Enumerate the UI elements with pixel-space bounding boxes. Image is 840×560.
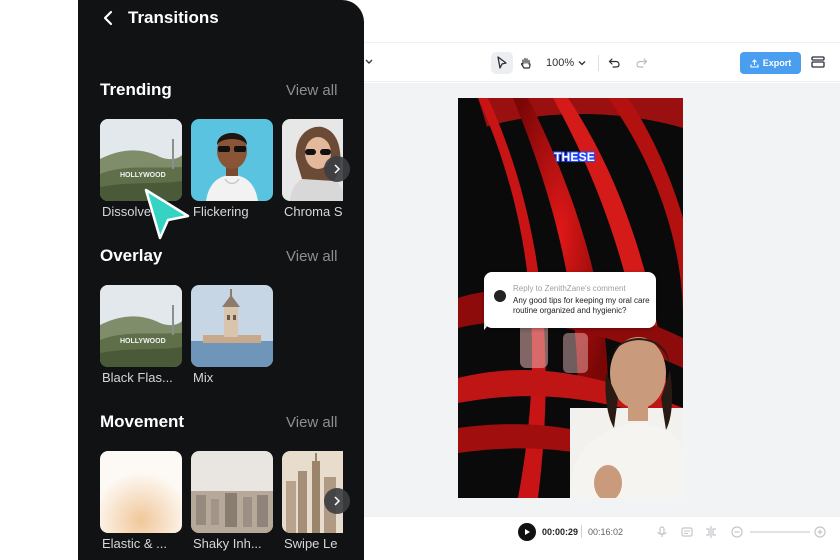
layers-icon[interactable] bbox=[810, 54, 826, 70]
view-all-movement[interactable]: View all bbox=[286, 414, 337, 431]
section-title-trending: Trending bbox=[100, 80, 172, 99]
back-arrow-icon[interactable] bbox=[101, 9, 117, 27]
undo-icon bbox=[608, 58, 620, 68]
transition-label-mix: Mix bbox=[193, 370, 214, 385]
transition-label-elastic: Elastic & ... bbox=[102, 536, 168, 551]
redo-button[interactable] bbox=[630, 52, 652, 74]
chevron-right-icon bbox=[334, 164, 341, 174]
zoom-in-icon[interactable] bbox=[813, 525, 827, 539]
transition-thumb-elastic[interactable] bbox=[100, 451, 182, 533]
transition-label-swipe: Swipe Le bbox=[284, 536, 338, 551]
view-all-overlay[interactable]: View all bbox=[286, 248, 337, 265]
svg-text:HOLLYWOOD: HOLLYWOOD bbox=[120, 338, 166, 345]
reply-text: Any good tips for keeping my oral care r… bbox=[513, 296, 650, 315]
white-glow-thumbnail bbox=[100, 451, 182, 533]
reply-header: Reply to ZenithZane's comment bbox=[513, 284, 626, 293]
transition-label-shaky: Shaky Inh... bbox=[193, 536, 262, 551]
zoom-out-icon[interactable] bbox=[730, 525, 744, 539]
redo-icon bbox=[635, 58, 647, 68]
svg-text:HOLLYWOOD: HOLLYWOOD bbox=[120, 172, 166, 179]
transition-thumb-black-flash[interactable]: HOLLYWOOD bbox=[100, 285, 182, 367]
undo-button[interactable] bbox=[603, 52, 625, 74]
transition-thumb-shaky[interactable] bbox=[191, 451, 273, 533]
zoom-level: 100% bbox=[546, 57, 575, 69]
current-time: 00:00:29 bbox=[542, 527, 579, 537]
pointer-icon bbox=[497, 56, 507, 69]
section-title-overlay: Overlay bbox=[100, 246, 163, 265]
microphone-icon[interactable] bbox=[655, 525, 669, 539]
transition-thumb-flickering[interactable] bbox=[191, 119, 273, 201]
transition-label-chroma: Chroma S bbox=[284, 204, 343, 219]
timeline-zoom-slider[interactable] bbox=[750, 531, 810, 533]
avatar bbox=[494, 290, 506, 302]
captions-icon[interactable] bbox=[680, 525, 694, 539]
play-button[interactable] bbox=[518, 523, 536, 541]
export-label: Export bbox=[762, 58, 792, 68]
video-caption[interactable]: THESE bbox=[554, 150, 595, 164]
upload-icon bbox=[750, 58, 759, 68]
toolbar-divider bbox=[598, 55, 599, 71]
scroll-right-button[interactable] bbox=[324, 156, 350, 182]
view-all-trending[interactable]: View all bbox=[286, 82, 337, 99]
tower-sea-thumbnail bbox=[191, 285, 273, 367]
split-icon[interactable] bbox=[704, 525, 718, 539]
zoom-dropdown[interactable]: 100% bbox=[546, 53, 586, 73]
hand-icon bbox=[520, 57, 531, 69]
total-time: 00:16:02 bbox=[588, 527, 624, 537]
section-title-movement: Movement bbox=[100, 412, 185, 431]
playback-bar bbox=[360, 516, 840, 560]
chevron-right-icon bbox=[334, 496, 341, 506]
transition-thumb-mix[interactable] bbox=[191, 285, 273, 367]
hand-tool[interactable] bbox=[515, 52, 537, 74]
chevron-down-icon[interactable] bbox=[364, 55, 374, 69]
hollywood-hills-thumbnail: HOLLYWOOD bbox=[100, 285, 182, 367]
play-icon bbox=[525, 529, 530, 535]
select-pointer-tool[interactable] bbox=[491, 52, 513, 74]
man-sunglasses-thumbnail bbox=[191, 119, 273, 201]
city-blur-thumbnail bbox=[191, 451, 273, 533]
chevron-down-icon bbox=[578, 61, 586, 66]
panel-title: Transitions bbox=[128, 8, 219, 27]
export-button[interactable]: Export bbox=[740, 52, 801, 74]
cursor-arrow-icon bbox=[140, 186, 192, 242]
transition-label-flickering: Flickering bbox=[193, 204, 249, 219]
time-divider bbox=[581, 525, 582, 538]
transition-label-black-flash: Black Flas... bbox=[102, 370, 173, 385]
scroll-right-button[interactable] bbox=[324, 488, 350, 514]
